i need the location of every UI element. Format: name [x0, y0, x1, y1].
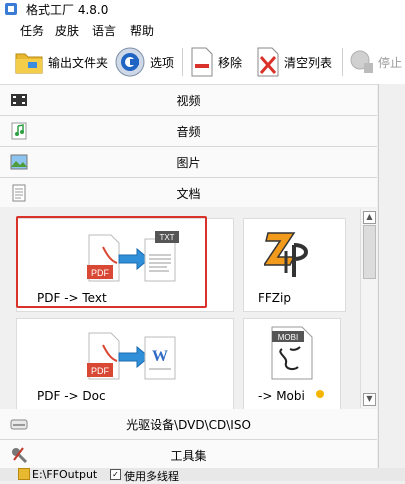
clear-list-label: 清空列表: [284, 55, 333, 70]
to-mobi-label: -> Mobi: [258, 389, 305, 403]
ffzip-card[interactable]: FFZip: [243, 218, 346, 312]
pdf-to-doc-card[interactable]: PDF W PDF -> Doc: [16, 318, 234, 410]
word-badge: W: [152, 348, 168, 365]
category-document-label: 文档: [176, 187, 201, 201]
options-gear-icon: [115, 47, 145, 77]
status-dot: [316, 390, 324, 398]
category-audio-label: 音频: [176, 125, 201, 139]
scroll-up-arrow[interactable]: ▲: [363, 211, 376, 224]
toolbar-separator: [342, 48, 343, 76]
category-toolbox[interactable]: 工具集: [0, 440, 377, 471]
right-scrollbar[interactable]: [378, 84, 405, 481]
remove-button[interactable]: 移除: [190, 44, 242, 80]
menu-language[interactable]: 语言: [92, 22, 116, 39]
title-bar: 格式工厂 4.8.0: [0, 0, 405, 18]
to-mobi-card[interactable]: MOBI -> Mobi: [243, 318, 341, 410]
remove-icon: [191, 47, 213, 77]
menu-bar: 任务 皮肤 语言 帮助: [0, 18, 405, 40]
scroll-down-arrow[interactable]: ▼: [363, 393, 376, 406]
output-folder-small-icon: [18, 468, 30, 480]
selection-highlight: [16, 216, 207, 308]
category-image-label: 图片: [176, 156, 201, 170]
menu-skin[interactable]: 皮肤: [55, 22, 79, 39]
category-video[interactable]: 视频: [0, 85, 377, 116]
clear-list-button[interactable]: 清空列表: [256, 44, 332, 80]
category-optical[interactable]: 光驱设备\DVD\CD\ISO: [0, 409, 377, 440]
category-optical-label: 光驱设备\DVD\CD\ISO: [126, 418, 251, 432]
remove-label: 移除: [218, 55, 243, 70]
mobi-badge: MOBI: [278, 333, 298, 342]
window-title: 格式工厂 4.8.0: [26, 3, 109, 17]
panel-scrollbar[interactable]: ▲ ▼: [360, 209, 377, 408]
stop-icon: [350, 50, 373, 73]
output-folder-label: 输出文件夹: [48, 55, 109, 70]
output-folder-button[interactable]: 输出文件夹: [14, 44, 108, 80]
status-bar: E:\FFOutput ✓ 使用多线程: [0, 468, 405, 483]
stop-label: 停止: [378, 55, 403, 70]
output-path[interactable]: E:\FFOutput: [32, 468, 97, 481]
toolbar: 输出文件夹 选项 移除 清空列表 停止: [0, 40, 405, 85]
category-image[interactable]: 图片: [0, 147, 377, 178]
mobi-icon: MOBI: [271, 326, 313, 380]
pdf-to-doc-icon: PDF W: [87, 332, 176, 380]
pdf-badge: PDF: [91, 366, 110, 376]
category-audio[interactable]: 音频: [0, 116, 377, 147]
pdf-to-doc-label: PDF -> Doc: [37, 389, 106, 403]
options-button[interactable]: 选项: [114, 44, 174, 80]
folder-icon: [15, 53, 43, 74]
document-tools-panel: PDF TXT PDF -> Text FFZip PDF W PDF -> D…: [0, 207, 377, 410]
ffzip-label: FFZip: [258, 291, 291, 305]
multithread-label: 使用多线程: [124, 470, 179, 483]
stop-button[interactable]: 停止: [350, 44, 402, 80]
category-video-label: 视频: [176, 94, 201, 108]
app-logo-icon: [5, 3, 17, 15]
options-label: 选项: [150, 55, 175, 70]
toolbar-separator: [182, 48, 183, 76]
menu-task[interactable]: 任务: [20, 22, 44, 39]
category-document[interactable]: 文档: [0, 178, 377, 209]
scroll-thumb[interactable]: [363, 225, 376, 279]
multithread-checkbox[interactable]: ✓: [110, 469, 121, 480]
clear-list-icon: [257, 47, 279, 77]
menu-help[interactable]: 帮助: [130, 22, 154, 39]
ffzip-icon: [264, 232, 308, 277]
category-toolbox-label: 工具集: [170, 449, 207, 463]
